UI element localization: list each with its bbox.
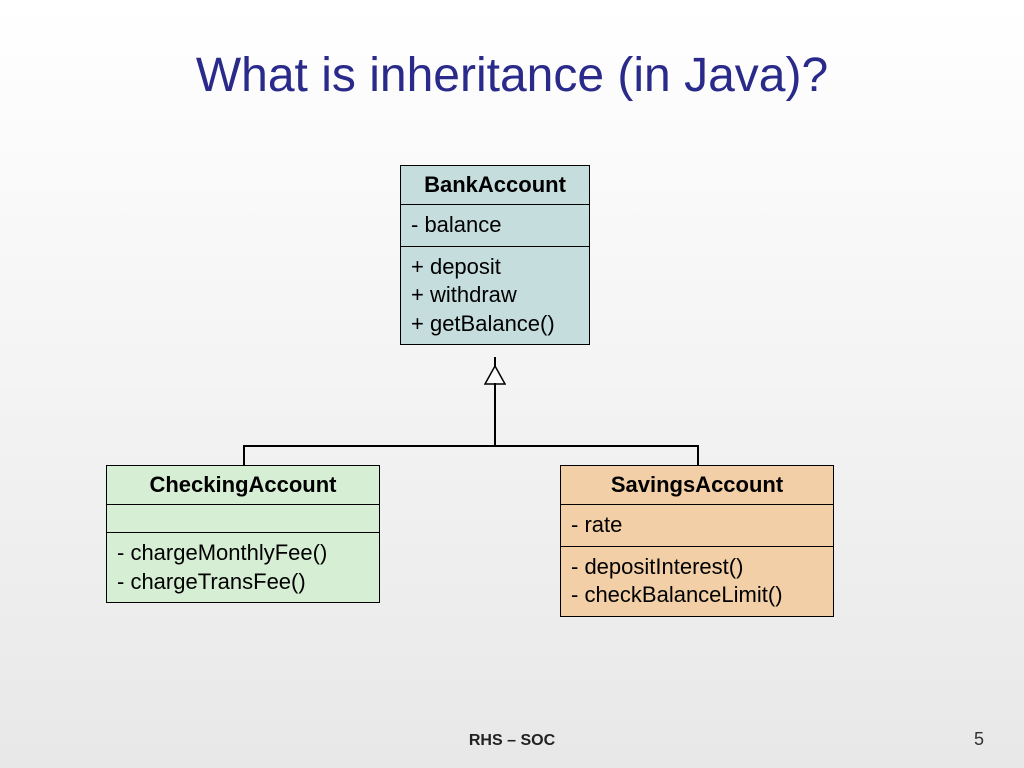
uml-attributes: [107, 505, 379, 533]
uml-class-checkingaccount: CheckingAccount - chargeMonthlyFee() - c…: [106, 465, 380, 603]
uml-class-name: BankAccount: [401, 166, 589, 205]
inheritance-connector: [243, 445, 245, 465]
inheritance-connector: [243, 445, 697, 447]
uml-operations: - chargeMonthlyFee() - chargeTransFee(): [107, 533, 379, 602]
uml-class-savingsaccount: SavingsAccount - rate - depositInterest(…: [560, 465, 834, 617]
uml-attributes: - balance: [401, 205, 589, 247]
uml-operations: + deposit + withdraw + getBalance(): [401, 247, 589, 345]
uml-class-name: CheckingAccount: [107, 466, 379, 505]
uml-attributes: - rate: [561, 505, 833, 547]
slide-title: What is inheritance (in Java)?: [0, 48, 1024, 103]
inheritance-connector: [494, 383, 496, 445]
uml-class-name: SavingsAccount: [561, 466, 833, 505]
inheritance-connector: [697, 445, 699, 465]
page-number: 5: [974, 729, 984, 750]
footer-text: RHS – SOC: [0, 732, 1024, 750]
uml-operations: - depositInterest() - checkBalanceLimit(…: [561, 547, 833, 616]
uml-class-bankaccount: BankAccount - balance + deposit + withdr…: [400, 165, 590, 345]
